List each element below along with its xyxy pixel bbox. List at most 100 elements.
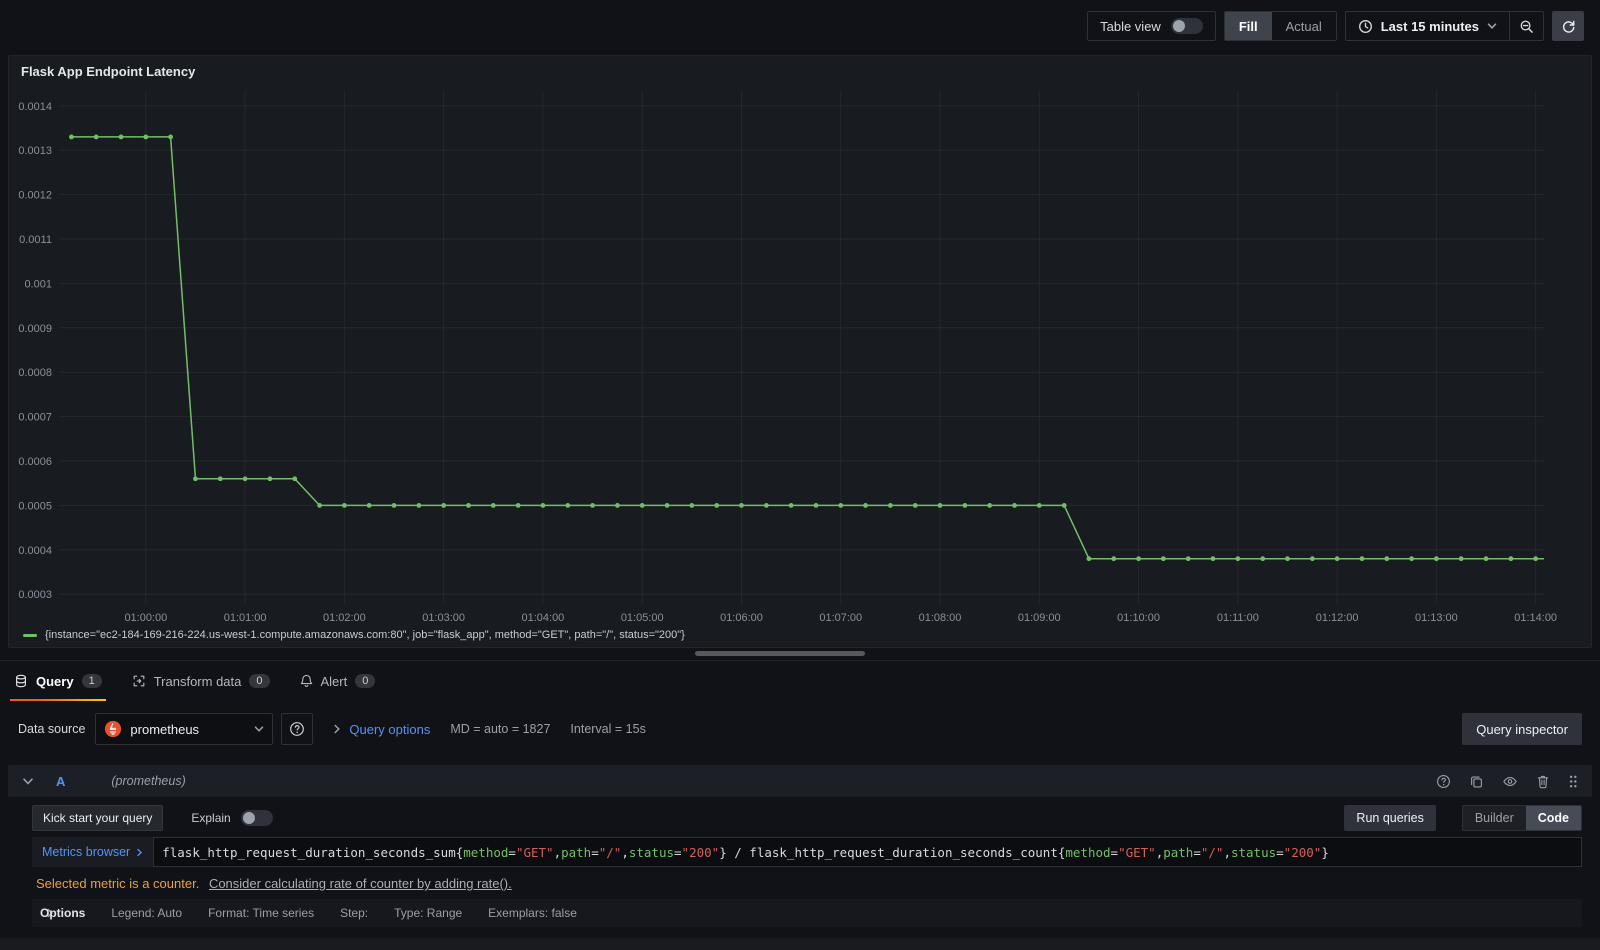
table-view-group: Table view <box>1087 11 1216 41</box>
options-expand[interactable]: Options <box>40 906 85 920</box>
query-datasource-hint: (prometheus) <box>111 774 186 788</box>
tab-query-label: Query <box>36 673 74 689</box>
svg-text:01:07:00: 01:07:00 <box>819 612 862 624</box>
tab-alert-count: 0 <box>355 674 376 688</box>
svg-text:01:02:00: 01:02:00 <box>323 612 366 624</box>
database-icon <box>16 674 26 688</box>
tab-alert-label: Alert <box>320 673 348 689</box>
tab-query[interactable]: Query 1 <box>10 661 106 701</box>
panel-edit-toolbar: Table view Fill Actual Last 15 minutes <box>0 0 1600 52</box>
options-exemplars: Exemplars: false <box>488 906 577 920</box>
warning-text: Selected metric is a counter. <box>36 876 200 891</box>
eye-icon[interactable] <box>1502 774 1518 789</box>
refresh-button[interactable] <box>1552 11 1584 41</box>
svg-text:01:13:00: 01:13:00 <box>1415 612 1458 624</box>
drag-handle-icon[interactable] <box>1568 774 1578 789</box>
tab-transform-label: Transform data <box>153 673 242 689</box>
table-view-toggle[interactable] <box>1170 18 1203 34</box>
code-option[interactable]: Code <box>1525 806 1581 830</box>
builder-option[interactable]: Builder <box>1463 806 1526 830</box>
help-icon <box>290 722 305 736</box>
interval-value: Interval = 15s <box>570 722 646 736</box>
query-inspector-button[interactable]: Query inspector <box>1462 713 1582 745</box>
bottom-scrollbar-track[interactable] <box>0 938 1600 950</box>
warning-rate-link[interactable]: Consider calculating rate of counter by … <box>209 876 512 891</box>
clock-icon <box>1358 19 1372 33</box>
svg-text:01:14:00: 01:14:00 <box>1514 612 1557 624</box>
bell-icon <box>300 674 312 687</box>
options-step: Step: <box>340 906 369 920</box>
options-type: Type: Range <box>394 906 463 920</box>
table-view-label: Table view <box>1100 18 1161 34</box>
horizontal-scrollbar-thumb[interactable] <box>695 651 865 656</box>
fill-actual-switch: Fill Actual <box>1223 11 1337 41</box>
query-row-header[interactable]: A (prometheus) <box>8 765 1592 797</box>
builder-code-switch: Builder Code <box>1461 805 1582 831</box>
datasource-value: prometheus <box>130 721 200 737</box>
svg-text:01:10:00: 01:10:00 <box>1117 612 1160 624</box>
tab-alert[interactable]: Alert 0 <box>300 661 376 701</box>
svg-text:0.0004: 0.0004 <box>18 545 52 557</box>
time-picker-group: Last 15 minutes <box>1344 11 1544 41</box>
editor-tabs-bar: Query 1 Transform data 0 Alert 0 <box>0 660 1600 701</box>
svg-text:01:12:00: 01:12:00 <box>1316 612 1359 624</box>
run-queries-button[interactable]: Run queries <box>1344 805 1436 831</box>
panel-title: Flask App Endpoint Latency <box>21 64 196 79</box>
query-editor-row: A (prometheus) Kick start your query Exp… <box>8 765 1592 927</box>
metrics-browser-button[interactable]: Metrics browser <box>32 837 154 867</box>
datasource-help-button[interactable] <box>281 713 314 745</box>
query-toolbar: Kick start your query Explain Run querie… <box>32 805 1582 831</box>
actual-option[interactable]: Actual <box>1272 12 1336 40</box>
latency-panel: Flask App Endpoint Latency 0.0003 0.0004 0… <box>8 55 1592 648</box>
svg-text:0.001: 0.001 <box>24 278 51 290</box>
zoom-out-icon <box>1520 20 1533 33</box>
tab-query-count: 1 <box>81 674 102 688</box>
options-format: Format: Time series <box>208 906 315 920</box>
zoom-out-button[interactable] <box>1509 12 1543 40</box>
explain-toggle[interactable] <box>240 810 273 826</box>
chevron-right-icon <box>137 848 143 856</box>
time-range-label: Last 15 minutes <box>1380 18 1479 34</box>
chevron-down-icon <box>255 726 264 732</box>
chevron-down-icon <box>1487 23 1497 29</box>
chevron-right-icon <box>334 724 341 734</box>
svg-text:0.0008: 0.0008 <box>18 367 52 379</box>
options-label: Options <box>40 906 86 920</box>
collapse-chevron-icon[interactable] <box>22 777 34 786</box>
help-icon[interactable] <box>1436 774 1451 789</box>
svg-text:01:04:00: 01:04:00 <box>522 612 565 624</box>
options-legend: Legend: Auto <box>111 906 183 920</box>
query-options-label: Query options <box>349 721 431 737</box>
tab-transform-count: 0 <box>249 674 270 688</box>
copy-icon[interactable] <box>1469 774 1484 789</box>
refresh-icon <box>1562 20 1574 33</box>
svg-text:0.0012: 0.0012 <box>18 190 52 202</box>
active-tab-underline <box>10 699 106 701</box>
query-options-summary: Options Legend: Auto Format: Time series… <box>32 899 1582 927</box>
promql-row: Metrics browser flask_http_request_durat… <box>32 837 1582 867</box>
svg-text:01:03:00: 01:03:00 <box>422 612 465 624</box>
svg-text:01:06:00: 01:06:00 <box>720 612 763 624</box>
datasource-picker[interactable]: prometheus <box>95 713 274 745</box>
tab-transform-data[interactable]: Transform data 0 <box>132 661 270 701</box>
svg-text:01:00:00: 01:00:00 <box>124 612 167 624</box>
promql-query-input[interactable]: flask_http_request_duration_seconds_sum{… <box>153 837 1582 867</box>
svg-text:01:01:00: 01:01:00 <box>224 612 267 624</box>
svg-text:01:11:00: 01:11:00 <box>1217 612 1259 624</box>
query-options-toggle[interactable]: Query options <box>333 722 430 737</box>
trash-icon[interactable] <box>1536 774 1550 789</box>
kick-start-query-button[interactable]: Kick start your query <box>32 805 164 831</box>
horizontal-scrollbar-track <box>0 648 1600 660</box>
time-range-picker[interactable]: Last 15 minutes <box>1346 12 1509 40</box>
query-ref-id: A <box>56 773 66 789</box>
latency-chart-canvas[interactable]: 0.0003 0.0004 0.0005 0.0006 0.0007 0.0008 0.00… <box>9 56 1591 647</box>
legend-series-label: {instance="ec2-184-169-216-224.us-west-1… <box>45 629 685 641</box>
svg-text:0.0003: 0.0003 <box>18 589 52 601</box>
fill-option[interactable]: Fill <box>1224 12 1272 40</box>
svg-text:01:09:00: 01:09:00 <box>1018 612 1061 624</box>
query-editor-body: Kick start your query Explain Run querie… <box>8 797 1592 927</box>
svg-text:0.0006: 0.0006 <box>18 456 52 468</box>
chart-legend-item[interactable]: {instance="ec2-184-169-216-224.us-west-1… <box>23 629 685 641</box>
transform-icon <box>133 675 145 687</box>
explain-label: Explain <box>191 811 231 825</box>
